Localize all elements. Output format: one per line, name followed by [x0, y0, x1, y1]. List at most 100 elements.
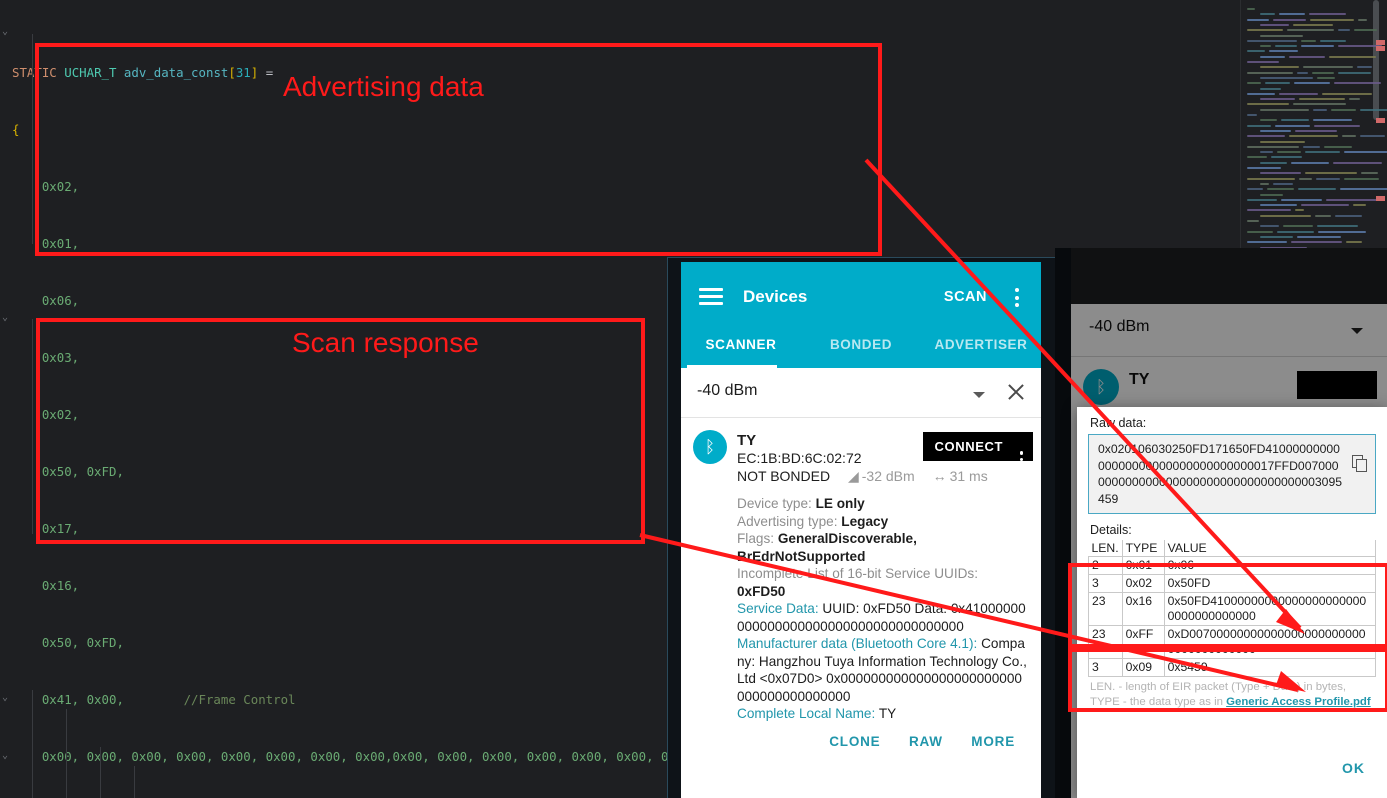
code-fold-arrow[interactable]: ⌄ [2, 750, 8, 761]
detail-row: Advertising type: Legacy [737, 513, 1029, 531]
more-button[interactable]: MORE [971, 734, 1015, 749]
minimap-line [1247, 220, 1259, 222]
minimap-line [1260, 119, 1277, 122]
kebab-icon[interactable] [1015, 288, 1019, 311]
minimap-line [1247, 156, 1267, 159]
minimap-line [1329, 55, 1376, 58]
col-value: VALUE [1164, 540, 1377, 557]
minimap-line [1247, 39, 1297, 42]
raw-data-value: 0x020106030250FD171650FD4100000000000000… [1098, 442, 1343, 506]
minimap-line [1260, 55, 1285, 58]
indent-guide [32, 319, 33, 534]
minimap-line [1294, 82, 1330, 85]
minimap-line [1269, 50, 1298, 53]
signal-icon: ◢ [847, 468, 859, 484]
scan-button[interactable]: SCAN [944, 289, 987, 305]
minimap-line [1333, 161, 1382, 164]
close-icon[interactable] [1005, 381, 1027, 403]
minimap-line [1247, 92, 1275, 95]
device-list-item[interactable]: ᛒ TY EC:1B:BD:6C:02:72 NOT BONDED ◢ -32 d… [681, 418, 1041, 769]
indent-guide [100, 747, 101, 798]
minimap-line [1275, 124, 1310, 127]
minimap-line [1320, 39, 1346, 42]
chevron-down-icon[interactable] [973, 392, 985, 398]
app-title: Devices [743, 287, 808, 306]
minimap-line [1281, 198, 1322, 201]
minimap-line [1310, 18, 1354, 21]
minimap-line [1295, 209, 1304, 212]
cell-value: 0x50FD [1163, 574, 1377, 593]
minimap-line [1271, 156, 1302, 159]
minimap-line [1303, 66, 1353, 69]
minimap-line [1283, 225, 1313, 228]
minimap-line [1260, 225, 1279, 228]
minimap-line [1260, 204, 1297, 207]
minimap-line [1313, 108, 1327, 111]
minimap-line [1342, 135, 1356, 138]
app-bar: Devices SCAN [681, 262, 1041, 332]
details-label: Details: [1090, 523, 1132, 537]
gap-pdf-link[interactable]: Generic Access Profile.pdf [1226, 696, 1371, 708]
minimap-line [1247, 209, 1291, 212]
tab-scanner[interactable]: SCANNER [681, 332, 801, 368]
cell-type: 0x02 [1121, 574, 1165, 593]
hamburger-icon[interactable] [699, 288, 723, 305]
minimap-line [1301, 204, 1349, 207]
table-row: 23 0x16 0x50FD41000000000000000000000000… [1088, 592, 1377, 626]
indent-guide [66, 709, 67, 798]
clone-button[interactable]: CLONE [829, 734, 880, 749]
detail-value: 0xFD50 [737, 583, 786, 599]
minimap-line [1303, 145, 1320, 148]
minimap-line [1357, 66, 1372, 69]
cell-len: 3 [1088, 574, 1123, 593]
code-line: STATIC UCHAR_T adv_data_const[31] = [12, 65, 274, 80]
minimap-line [1260, 151, 1273, 154]
table-legend: LEN. - length of EIR packet (Type + Data… [1077, 677, 1387, 710]
minimap-change-marker [1376, 118, 1385, 123]
minimap-line [1247, 145, 1299, 148]
minimap-line [1247, 82, 1261, 85]
col-len: LEN. [1088, 540, 1123, 557]
minimap-line [1260, 13, 1275, 16]
cell-type: 0x01 [1121, 556, 1165, 575]
minimap-line [1260, 23, 1289, 26]
indent-guide [32, 690, 33, 798]
minimap-line [1260, 172, 1301, 175]
copy-icon[interactable] [1352, 455, 1368, 473]
minimap-line [1260, 214, 1311, 217]
minimap-line [1247, 18, 1269, 21]
code-fold-arrow[interactable]: ⌄ [2, 26, 8, 37]
minimap-scroll-thumb[interactable] [1373, 0, 1379, 120]
phone-screen: Devices SCAN SCANNER BONDED ADVERTISER -… [681, 262, 1041, 798]
tab-bonded[interactable]: BONDED [801, 332, 921, 368]
minimap-line [1309, 13, 1346, 16]
device-kebab-icon[interactable] [1019, 451, 1023, 471]
adv-data-annotation-label: Advertising data [283, 71, 484, 102]
table-row: 2 0x01 0x06 [1088, 556, 1377, 575]
ok-button[interactable]: OK [1342, 760, 1365, 776]
minimap-line [1289, 135, 1338, 138]
connect-button[interactable]: CONNECT [922, 432, 1033, 468]
rssi-filter-value[interactable]: -40 dBm [697, 382, 757, 400]
cell-len: 23 [1088, 625, 1123, 659]
detail-label: Service Data: [737, 601, 819, 616]
minimap-line [1260, 45, 1271, 48]
tab-advertiser[interactable]: ADVERTISER [921, 332, 1041, 368]
table-row: 23 0xFF 0xD00700000000000000000000000000… [1088, 625, 1377, 659]
detail-label: Manufacturer data (Bluetooth Core 4.1): [737, 636, 978, 651]
table-row: 3 0x02 0x50FD [1088, 574, 1377, 593]
raw-data-field[interactable]: 0x020106030250FD171650FD4100000000000000… [1088, 434, 1376, 514]
minimap-line [1247, 188, 1263, 191]
bluetooth-icon: ᛒ [693, 430, 727, 464]
minimap-line [1360, 108, 1387, 111]
raw-button[interactable]: RAW [909, 734, 943, 749]
minimap-line [1260, 76, 1313, 79]
code-fold-arrow[interactable]: ⌄ [2, 692, 8, 703]
minimap-line [1313, 119, 1352, 122]
minimap-line [1315, 214, 1331, 217]
scan-response-annotation-label: Scan response [292, 327, 479, 358]
minimap-line [1298, 188, 1336, 191]
detail-label: Complete Local Name: [737, 706, 876, 721]
code-fold-arrow[interactable]: ⌄ [2, 312, 8, 323]
minimap-line [1260, 140, 1305, 143]
